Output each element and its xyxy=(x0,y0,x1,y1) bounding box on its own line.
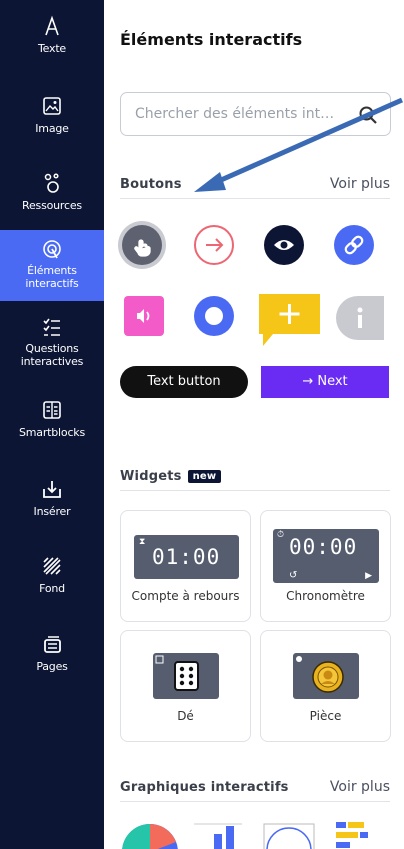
info-icon xyxy=(357,307,363,328)
arrow-right-icon xyxy=(206,238,224,252)
image-icon xyxy=(43,97,61,115)
sidebar: Texte Image Ressources Éléments interact… xyxy=(0,0,104,849)
charts-section-title: Graphiques interactifs xyxy=(120,780,289,795)
hand-pointer-icon xyxy=(134,239,151,257)
sidebar-item-elements-interactifs[interactable]: Éléments interactifs xyxy=(0,230,104,301)
new-badge: new xyxy=(187,470,222,483)
play-icon: ▶ xyxy=(365,571,372,581)
smartblocks-icon xyxy=(43,401,61,419)
sidebar-item-label: Texte xyxy=(37,42,66,55)
sidebar-item-fond[interactable]: Fond xyxy=(0,554,104,595)
circle-icon xyxy=(205,307,223,325)
sidebar-item-texte[interactable]: Texte xyxy=(0,14,104,55)
sidebar-item-label: Questions interactives xyxy=(20,342,84,368)
gantt-chart-thumbnail[interactable] xyxy=(336,822,368,848)
sidebar-item-label: Éléments interactifs xyxy=(25,264,79,290)
widgets-section-header: Widgets new xyxy=(120,465,390,491)
widget-card-coin[interactable]: Pièce xyxy=(260,630,391,742)
panel-title: Éléments interactifs xyxy=(120,30,303,49)
widgets-section-title: Widgets new xyxy=(120,469,222,484)
eye-icon xyxy=(274,240,294,250)
plus-speech-bubble-icon xyxy=(259,294,320,346)
text-icon xyxy=(45,15,59,36)
sidebar-item-label: Fond xyxy=(39,582,65,595)
pie-chart-thumbnail[interactable] xyxy=(122,823,178,849)
bar-chart-thumbnail[interactable] xyxy=(194,823,242,849)
insert-icon xyxy=(43,481,61,498)
resources-icon xyxy=(44,173,59,193)
speaker-icon xyxy=(137,309,150,323)
round-button-dot[interactable] xyxy=(194,296,234,336)
sidebar-item-smartblocks[interactable]: Smartblocks xyxy=(0,398,104,439)
buttons-section-title: Boutons xyxy=(120,177,182,192)
sidebar-item-label: Ressources xyxy=(22,199,82,212)
sidebar-item-label: Insérer xyxy=(33,505,71,518)
sidebar-item-ressources[interactable]: Ressources xyxy=(0,171,104,212)
questions-icon xyxy=(43,318,60,336)
coin-display xyxy=(293,653,359,699)
text-button-sample[interactable]: Text button xyxy=(120,366,248,398)
pages-icon xyxy=(44,636,61,653)
dice-icon xyxy=(155,655,199,691)
widget-label: Compte à rebours xyxy=(131,589,240,603)
round-button-hand[interactable] xyxy=(122,225,162,265)
dice-display xyxy=(153,653,219,699)
reset-icon: ↺ xyxy=(289,570,298,581)
stopwatch-icon: ⏱ xyxy=(277,530,285,540)
round-button-link[interactable] xyxy=(334,225,374,265)
sidebar-item-pages[interactable]: Pages xyxy=(0,632,104,673)
stopwatch-display: ⏱ 00:00 ↺ ▶ xyxy=(273,529,379,583)
annotation-arrow xyxy=(194,97,404,192)
sidebar-item-image[interactable]: Image xyxy=(0,94,104,135)
charts-section-header: Graphiques interactifs Voir plus xyxy=(120,776,390,802)
widget-card-countdown[interactable]: ⧗ 01:00 Compte à rebours xyxy=(120,510,251,622)
widget-card-dice[interactable]: Dé xyxy=(120,630,251,742)
sidebar-item-inserer[interactable]: Insérer xyxy=(0,477,104,518)
round-button-eye[interactable] xyxy=(264,225,304,265)
widget-label: Chronomètre xyxy=(286,589,365,603)
charts-see-more-link[interactable]: Voir plus xyxy=(330,779,390,795)
plus-bubble-button[interactable] xyxy=(259,294,320,348)
sidebar-item-label: Pages xyxy=(36,660,68,673)
widget-card-stopwatch[interactable]: ⏱ 00:00 ↺ ▶ Chronomètre xyxy=(260,510,391,622)
next-button-sample[interactable]: → Next xyxy=(261,366,389,398)
sidebar-item-label: Image xyxy=(35,122,69,135)
interactive-elements-icon xyxy=(43,240,61,259)
countdown-display: ⧗ 01:00 xyxy=(134,535,239,579)
round-button-arrow[interactable] xyxy=(194,225,234,265)
widget-label: Pièce xyxy=(309,709,342,723)
background-icon xyxy=(43,557,61,575)
sidebar-item-label: Smartblocks xyxy=(19,426,85,439)
sound-button[interactable] xyxy=(124,296,164,336)
chart-thumbnails xyxy=(122,822,368,849)
hourglass-icon: ⧗ xyxy=(139,537,146,547)
stopwatch-time: 00:00 xyxy=(289,535,358,559)
info-button[interactable] xyxy=(336,296,384,340)
sidebar-item-questions[interactable]: Questions interactives xyxy=(0,316,104,368)
countdown-time: 01:00 xyxy=(152,545,221,569)
link-icon xyxy=(344,235,364,255)
radar-chart-thumbnail[interactable] xyxy=(263,823,315,849)
widget-label: Dé xyxy=(177,709,194,723)
widgets-title-text: Widgets xyxy=(120,469,182,484)
coin-icon xyxy=(296,656,344,693)
